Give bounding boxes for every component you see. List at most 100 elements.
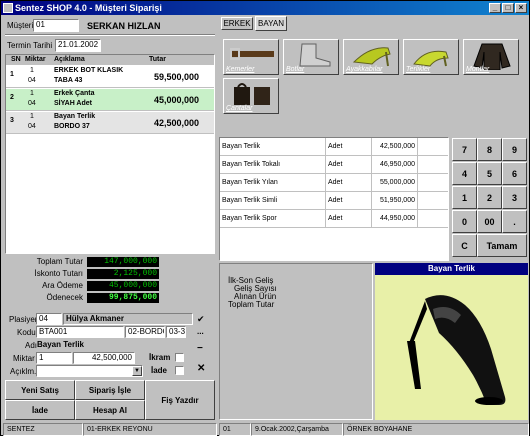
product-price: 44,950,000 [372, 210, 418, 227]
keypad-key-0[interactable]: 0 [452, 210, 477, 233]
product-unit: Adet [326, 138, 372, 155]
date-field[interactable]: 21.01.2002 [55, 39, 101, 52]
keypad-key-5[interactable]: 5 [477, 162, 502, 185]
customer-code-field[interactable]: 01 [33, 19, 79, 32]
note-dropdown[interactable]: ▼ [36, 365, 143, 377]
gift-checkbox[interactable] [175, 353, 184, 362]
main-window: Sentez SHOP 4.0 - Müşteri Siparişi _ □ ×… [0, 0, 530, 436]
print-receipt-label: Fiş Yazdır [161, 395, 199, 405]
chevron-down-icon[interactable]: ▼ [132, 366, 142, 376]
maximize-icon[interactable]: □ [502, 3, 514, 13]
seller-name: Hülya Akmaner [63, 313, 193, 325]
name-label: Adı [25, 341, 38, 350]
category-label: Çantalar [226, 105, 253, 112]
category-montlar[interactable]: Montlar [463, 39, 519, 75]
row-desc1: Erkek Çanta [54, 90, 95, 97]
keypad-key-clear[interactable]: C [452, 234, 477, 257]
row-amount: 42,500,000 [154, 118, 200, 128]
category-cantalar[interactable]: Çantalar [223, 78, 279, 114]
product-row[interactable]: Bayan Terlik Simli Adet 51,950,000 [220, 192, 448, 210]
product-row[interactable]: Bayan Terlik Tokalı Adet 46,950,000 [220, 156, 448, 174]
keypad-key-2[interactable]: 2 [477, 186, 502, 209]
keypad-key-4[interactable]: 4 [452, 162, 477, 185]
code-field[interactable]: BTA001 [36, 326, 124, 338]
product-unit: Adet [326, 210, 372, 227]
category-botlar[interactable]: Botlar [283, 39, 339, 75]
product-row[interactable]: Bayan Terlik Spor Adet 44,950,000 [220, 210, 448, 228]
keypad-key-00[interactable]: 00 [477, 210, 502, 233]
category-label: Montlar [466, 66, 490, 73]
keypad-key-6[interactable]: 6 [502, 162, 527, 185]
close-button[interactable]: × [515, 3, 527, 13]
interim-value: 45,000,000 [87, 281, 159, 291]
print-receipt-button[interactable]: Fiş Yazdır [145, 380, 215, 420]
return-checkbox[interactable] [175, 366, 184, 375]
get-account-button[interactable]: Hesap Al [75, 400, 145, 420]
product-price: 42,500,000 [372, 138, 418, 155]
keypad-key-dot[interactable]: . [502, 210, 527, 233]
payable-value: 99,875,000 [87, 293, 159, 303]
product-row[interactable]: Bayan Terlik Yılan Adet 55,000,000 [220, 174, 448, 192]
return-button[interactable]: İade [5, 400, 75, 420]
row-amount: 59,500,000 [154, 72, 200, 82]
price-field[interactable]: 42,500,000 [73, 352, 135, 364]
keypad-key-9[interactable]: 9 [502, 138, 527, 161]
new-sale-label: Yeni Satış [21, 385, 59, 395]
return-label: İade [151, 366, 168, 375]
totals-panel: Toplam Tutar 147,000,000 İskonto Tutarı … [5, 257, 215, 307]
status-date: 9.Ocak.2002,Çarşamba [251, 423, 343, 436]
row-amount: 45,000,000 [154, 95, 200, 105]
category-kemerler[interactable]: Kemerler [223, 39, 279, 75]
row-unit: 04 [28, 123, 36, 130]
category-label: Terlikler [406, 66, 431, 73]
row-qty: 1 [30, 90, 34, 97]
customer-name: SERKAN HIZLAN [87, 21, 161, 31]
interim-label: Ara Ödeme [42, 281, 83, 290]
category-label: Kemerler [226, 66, 255, 73]
status-store: ÖRNEK BOYAHANE [343, 423, 529, 436]
customer-label: Müşteri [7, 21, 34, 30]
keypad-ok-button[interactable]: Tamam [477, 234, 527, 257]
order-row[interactable]: 3 1 04 Bayan Terlik BORDO 37 42,500,000 [6, 112, 214, 134]
key-label: 9 [511, 144, 517, 155]
discount-value: 2,125,000 [87, 269, 159, 279]
seller-code-field[interactable]: 04 [36, 313, 62, 325]
keypad-key-3[interactable]: 3 [502, 186, 527, 209]
delete-icon[interactable]: ✕ [197, 364, 205, 374]
qty-field[interactable]: 1 [36, 352, 72, 364]
check-icon[interactable]: ✔ [197, 314, 205, 324]
seller-label: Plasiyer [9, 315, 38, 324]
row-desc2: BORDO 37 [54, 123, 90, 130]
new-sale-button[interactable]: Yeni Satış [5, 380, 75, 400]
divider [5, 34, 215, 36]
size-field[interactable]: 03-3 [166, 326, 186, 338]
key-label: C [461, 240, 468, 251]
keypad-key-7[interactable]: 7 [452, 138, 477, 161]
customer-info-panel: İlk-Son Geliş Geliş Sayısı Alınan Ürün T… [219, 263, 373, 420]
status-department: 01-ERKEK REYONU [83, 423, 217, 436]
boot-icon [299, 43, 331, 67]
process-order-button[interactable]: Sipariş İşle [75, 380, 145, 400]
belt-icon [230, 48, 274, 60]
key-label: 8 [486, 144, 492, 155]
tab-erkek[interactable]: ERKEK [221, 17, 253, 30]
product-row[interactable]: Bayan Terlik Adet 42,500,000 [220, 138, 448, 156]
return-button-label: İade [31, 405, 48, 415]
order-row-selected[interactable]: 2 1 04 Erkek Çanta SİYAH Adet 45,000,000 [6, 89, 214, 111]
more-icon[interactable]: ... [197, 327, 204, 337]
tab-bayan[interactable]: BAYAN [255, 16, 287, 31]
key-label: 00 [484, 216, 495, 227]
keypad-key-8[interactable]: 8 [477, 138, 502, 161]
category-terlikler[interactable]: Terlikler [403, 39, 459, 75]
grid-header: SN Miktar Açıklama Tutar [6, 55, 214, 65]
header-qty: Miktar [25, 56, 46, 63]
title-bar: Sentez SHOP 4.0 - Müşteri Siparişi _ □ × [1, 1, 529, 15]
category-ayakkabilar[interactable]: Ayakkabılar [343, 39, 399, 75]
keypad-key-1[interactable]: 1 [452, 186, 477, 209]
order-row[interactable]: 1 1 04 ERKEK BOT KLASIK TABA 43 59,500,0… [6, 66, 214, 88]
minimize-button[interactable]: _ [489, 3, 501, 13]
row-sn: 1 [10, 71, 14, 78]
shoe-icon [352, 47, 391, 67]
variant-field[interactable]: 02-BORDO [125, 326, 165, 338]
minus-icon[interactable]: − [197, 344, 203, 354]
